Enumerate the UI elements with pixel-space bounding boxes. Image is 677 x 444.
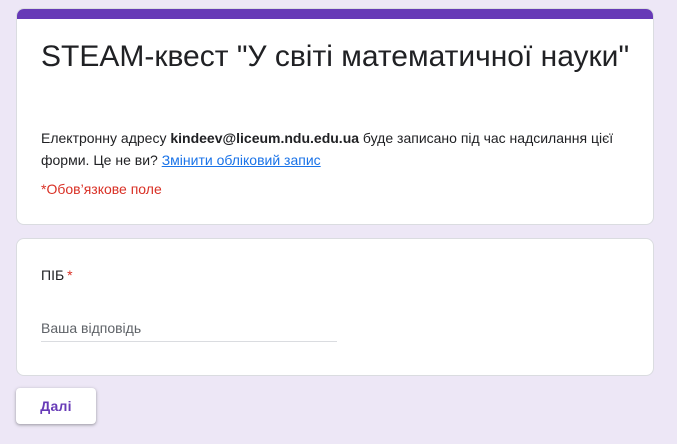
required-field-note: *Обов’язкове поле	[41, 181, 162, 197]
switch-account-link[interactable]: Змінити обліковий запис	[162, 152, 321, 168]
question-title: ПІБ *	[41, 267, 73, 283]
email-notice: Електронну адресу kindeev@liceum.ndu.edu…	[41, 127, 641, 171]
question-card-name: ПІБ *	[16, 238, 654, 376]
accent-bar	[17, 9, 653, 19]
account-email: kindeev@liceum.ndu.edu.ua	[170, 130, 360, 146]
answer-input[interactable]	[41, 315, 337, 342]
required-star: *	[67, 267, 73, 283]
email-notice-prefix: Електронну адресу	[41, 130, 171, 146]
question-label: ПІБ	[41, 267, 65, 283]
next-button[interactable]: Далі	[16, 388, 96, 424]
form-header-card: STEAM-квест "У світі математичної науки"…	[16, 8, 654, 225]
form-title: STEAM-квест "У світі математичної науки"	[41, 40, 630, 73]
